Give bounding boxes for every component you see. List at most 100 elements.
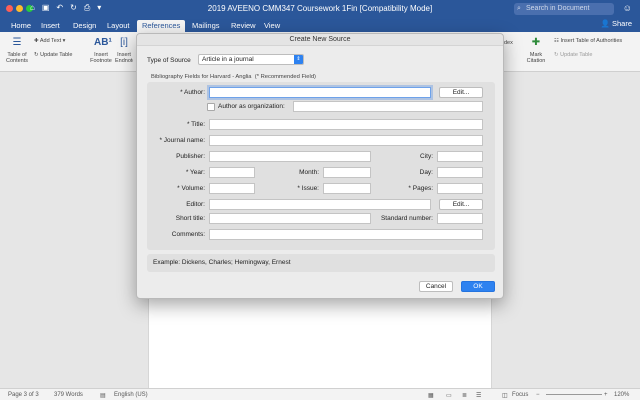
insert-toa-label: Insert Table of Authorities: [560, 38, 623, 44]
focus-label[interactable]: Focus: [512, 392, 528, 398]
insert-footnote-label: Insert Footnote: [90, 52, 112, 64]
ok-button[interactable]: OK: [461, 281, 495, 292]
recommended-caption: (* Recommended Field): [254, 74, 316, 80]
mark-citation-icon: ✚: [531, 37, 541, 48]
proofing-icon[interactable]: ▤: [100, 392, 106, 399]
editor-edit-button[interactable]: Edit...: [439, 199, 483, 210]
publisher-field[interactable]: [209, 151, 371, 162]
update-table-authorities-button[interactable]: ↻ Update Table: [554, 52, 592, 58]
tab-view[interactable]: View: [259, 20, 285, 32]
standard-number-label: Standard number:: [380, 215, 433, 222]
update-table-label: Update Table: [40, 52, 73, 58]
example-hint: Example: Dickens, Charles; Hemingway, Er…: [147, 254, 495, 272]
index-partial-label: dex: [504, 40, 513, 46]
insert-footnote-button[interactable]: AB¹ Insert Footnote: [88, 36, 114, 64]
title-bar: ⌂ ▣ ↶ ↻ ⎙ ▾ 2019 AVEENO CMM347 Coursewor…: [0, 0, 640, 18]
author-as-organization-label: Author as organization:: [218, 103, 285, 110]
print-layout-icon[interactable]: ▦: [428, 392, 434, 399]
zoom-slider[interactable]: [546, 394, 602, 395]
type-of-source-label: Type of Source: [147, 57, 191, 64]
tab-home[interactable]: Home: [6, 20, 36, 32]
author-field[interactable]: [209, 87, 431, 98]
share-label: Share: [611, 19, 632, 28]
comments-field[interactable]: [209, 229, 483, 240]
page-count[interactable]: Page 3 of 3: [8, 392, 39, 398]
search-document-field[interactable]: ⌕ Search in Document: [514, 3, 614, 15]
create-new-source-dialog: Create New Source Type of Source Article…: [136, 33, 504, 299]
web-layout-icon[interactable]: ▭: [446, 392, 452, 399]
mark-citation-button[interactable]: ✚ Mark Citation: [522, 36, 550, 64]
fields-caption-text: Bibliography Fields for Harvard - Anglia: [151, 74, 252, 80]
zoom-out-icon[interactable]: −: [536, 392, 540, 398]
draft-icon[interactable]: ☰: [476, 392, 481, 399]
table-of-contents-label: Table of Contents: [5, 52, 28, 64]
ribbon-tabs: Home Insert Design Layout References Mai…: [0, 18, 640, 32]
share-icon: 👤: [600, 19, 612, 28]
author-as-organization-checkbox[interactable]: [207, 103, 215, 111]
smiley-feedback-icon[interactable]: ☺: [623, 3, 632, 13]
insert-endnote-button[interactable]: [i] Insert Endnote: [115, 36, 133, 64]
fields-caption: Bibliography Fields for Harvard - Anglia…: [151, 74, 316, 80]
table-of-contents-button[interactable]: ☰ Table of Contents: [4, 36, 30, 64]
author-edit-button[interactable]: Edit...: [439, 87, 483, 98]
author-label: * Author:: [180, 89, 205, 96]
pages-field[interactable]: [437, 183, 483, 194]
tab-review[interactable]: Review: [226, 20, 261, 32]
city-label: City:: [420, 153, 433, 160]
share-button[interactable]: 👤 Share: [601, 19, 632, 28]
language[interactable]: English (US): [114, 392, 148, 398]
pages-label: * Pages:: [408, 185, 433, 192]
comments-label: Comments:: [171, 231, 205, 238]
short-title-field[interactable]: [209, 213, 371, 224]
table-of-contents-icon: ☰: [12, 37, 22, 48]
word-count[interactable]: 379 Words: [54, 392, 83, 398]
volume-label: * Volume:: [177, 185, 205, 192]
tab-mailings[interactable]: Mailings: [187, 20, 225, 32]
dialog-title: Create New Source: [137, 34, 503, 46]
editor-field[interactable]: [209, 199, 431, 210]
search-placeholder: Search in Document: [526, 5, 590, 12]
year-label: * Year:: [185, 169, 205, 176]
editor-label: Editor:: [186, 201, 205, 208]
tab-layout[interactable]: Layout: [102, 20, 135, 32]
endnote-icon: [i]: [120, 37, 128, 48]
tab-insert[interactable]: Insert: [36, 20, 65, 32]
update-table-button[interactable]: ↻ Update Table: [34, 52, 72, 58]
mark-citation-label: Mark Citation: [526, 52, 546, 64]
document-page[interactable]: [148, 297, 492, 397]
insert-endnote-label: Insert Endnote: [115, 52, 133, 64]
year-field[interactable]: [209, 167, 255, 178]
tab-design[interactable]: Design: [68, 20, 101, 32]
cancel-button[interactable]: Cancel: [419, 281, 453, 292]
outline-icon[interactable]: ≣: [462, 392, 467, 399]
day-label: Day:: [419, 169, 433, 176]
title-label: * Title:: [186, 121, 205, 128]
standard-number-field[interactable]: [437, 213, 483, 224]
chevron-updown-icon: ⇕: [294, 55, 303, 64]
add-text-button[interactable]: ✚ Add Text ▾: [34, 38, 65, 44]
volume-field[interactable]: [209, 183, 255, 194]
day-field[interactable]: [437, 167, 483, 178]
title-field[interactable]: [209, 119, 483, 130]
month-field[interactable]: [323, 167, 371, 178]
focus-icon[interactable]: ◫: [502, 392, 508, 399]
status-bar: Page 3 of 3 379 Words ▤ English (US) ▦ ▭…: [0, 388, 640, 400]
journal-name-field[interactable]: [209, 135, 483, 146]
insert-table-of-authorities-button[interactable]: ☷ Insert Table of Authorities: [554, 38, 622, 44]
zoom-level[interactable]: 120%: [614, 392, 629, 398]
publisher-label: Publisher:: [176, 153, 205, 160]
city-field[interactable]: [437, 151, 483, 162]
organization-field[interactable]: [293, 101, 483, 112]
issue-field[interactable]: [323, 183, 371, 194]
add-text-label: Add Text: [39, 38, 62, 44]
footnote-icon: AB¹: [94, 37, 112, 48]
issue-label: * Issue:: [297, 185, 319, 192]
update-table-right-label: Update Table: [560, 52, 593, 58]
type-of-source-select[interactable]: Article in a journal ⇕: [198, 54, 304, 65]
tab-references[interactable]: References: [137, 20, 186, 32]
month-label: Month:: [299, 169, 319, 176]
journal-name-label: * Journal name:: [159, 137, 205, 144]
short-title-label: Short title:: [175, 215, 205, 222]
search-icon: ⌕: [517, 5, 521, 12]
zoom-in-icon[interactable]: +: [604, 392, 608, 398]
